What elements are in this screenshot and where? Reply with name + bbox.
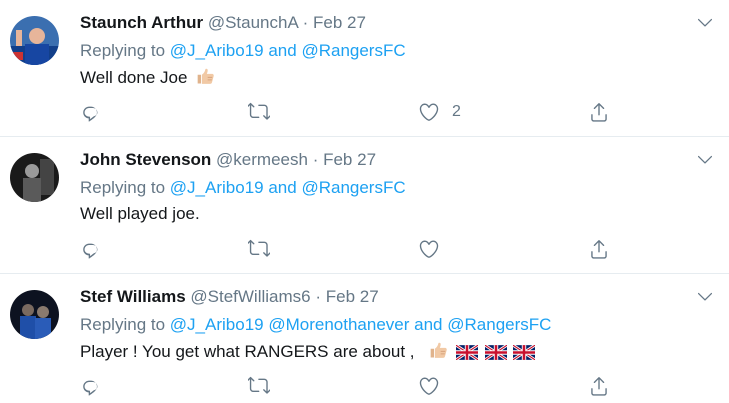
reply-icon (80, 101, 102, 123)
tweet-date[interactable]: Feb 27 (326, 287, 379, 306)
reply-button[interactable] (80, 235, 102, 263)
tweet-text-content: Well done Joe (80, 68, 188, 87)
thumbs-up-emoji (196, 66, 216, 86)
mention-link[interactable]: @Morenothanever (268, 315, 409, 334)
reply-button[interactable] (80, 372, 102, 400)
tweet-text: Well played joe. (80, 203, 200, 225)
tweet-stef-williams[interactable]: Stef Williams @StefWilliams6 · Feb 27 Re… (0, 274, 729, 403)
tweet-header: John Stevenson @kermeesh · Feb 27 (80, 149, 376, 171)
user-handle[interactable]: @StaunchA (208, 13, 298, 32)
separator-dot: · (302, 13, 309, 32)
user-handle[interactable]: @StefWilliams6 (190, 287, 310, 306)
uk-flag-emoji (456, 345, 478, 360)
reply-icon (80, 238, 102, 260)
display-name[interactable]: Stef Williams (80, 287, 186, 306)
separator-dot: · (312, 150, 319, 169)
thumbs-up-emoji (429, 340, 449, 360)
mention-connector[interactable]: and (414, 315, 442, 334)
tweet-date[interactable]: Feb 27 (313, 13, 366, 32)
like-button[interactable]: 2 (418, 98, 461, 126)
retweet-button[interactable] (248, 98, 270, 126)
mention-link[interactable]: @RangersFC (301, 178, 405, 197)
tweet-actions (80, 372, 610, 400)
share-icon (588, 375, 610, 397)
chevron-down-icon[interactable] (695, 149, 715, 169)
tweet-text: Player ! You get what RANGERS are about … (80, 340, 535, 363)
like-icon (418, 375, 440, 397)
replying-to: Replying to @J_Aribo19 and @RangersFC (80, 177, 406, 199)
reply-icon (80, 375, 102, 397)
tweet-staunch-arthur[interactable]: Staunch Arthur @StaunchA · Feb 27 Replyi… (0, 0, 729, 137)
retweet-button[interactable] (248, 235, 270, 263)
mention-link[interactable]: @J_Aribo19 (170, 178, 264, 197)
retweet-icon (248, 238, 270, 260)
replying-to-label: Replying to (80, 315, 166, 334)
replying-to-label: Replying to (80, 41, 166, 60)
replying-to: Replying to @J_Aribo19 @Morenothanever a… (80, 314, 551, 336)
like-button[interactable] (418, 372, 452, 400)
avatar[interactable] (10, 153, 59, 202)
mention-link[interactable]: @RangersFC (301, 41, 405, 60)
retweet-icon (248, 101, 270, 123)
chevron-down-icon[interactable] (695, 12, 715, 32)
mention-link[interactable]: @J_Aribo19 (170, 41, 264, 60)
user-handle[interactable]: @kermeesh (216, 150, 308, 169)
retweet-icon (248, 375, 270, 397)
tweet-header: Stef Williams @StefWilliams6 · Feb 27 (80, 286, 379, 308)
display-name[interactable]: Staunch Arthur (80, 13, 203, 32)
tweet-text: Well done Joe (80, 66, 216, 89)
tweet-header: Staunch Arthur @StaunchA · Feb 27 (80, 12, 366, 34)
reply-button[interactable] (80, 98, 102, 126)
like-icon (418, 238, 440, 260)
mention-link[interactable]: @J_Aribo19 (170, 315, 264, 334)
avatar[interactable] (10, 16, 59, 65)
uk-flag-emoji (485, 345, 507, 360)
share-button[interactable] (588, 372, 610, 400)
like-button[interactable] (418, 235, 452, 263)
share-icon (588, 238, 610, 260)
chevron-down-icon[interactable] (695, 286, 715, 306)
mention-connector[interactable]: and (268, 41, 296, 60)
like-icon (418, 101, 440, 123)
avatar[interactable] (10, 290, 59, 339)
separator-dot: · (315, 287, 322, 306)
share-icon (588, 101, 610, 123)
replying-to: Replying to @J_Aribo19 and @RangersFC (80, 40, 406, 62)
tweet-date[interactable]: Feb 27 (323, 150, 376, 169)
share-button[interactable] (588, 98, 610, 126)
tweet-actions: 2 (80, 98, 610, 126)
display-name[interactable]: John Stevenson (80, 150, 211, 169)
uk-flag-emoji (513, 345, 535, 360)
tweet-actions (80, 235, 610, 263)
mention-link[interactable]: @RangersFC (447, 315, 551, 334)
tweet-text-content: Player ! You get what RANGERS are about … (80, 342, 415, 361)
tweet-john-stevenson[interactable]: John Stevenson @kermeesh · Feb 27 Replyi… (0, 137, 729, 274)
tweet-text-content: Well played joe. (80, 204, 200, 223)
mention-connector[interactable]: and (268, 178, 296, 197)
like-count: 2 (452, 103, 461, 120)
share-button[interactable] (588, 235, 610, 263)
replying-to-label: Replying to (80, 178, 166, 197)
retweet-button[interactable] (248, 372, 270, 400)
